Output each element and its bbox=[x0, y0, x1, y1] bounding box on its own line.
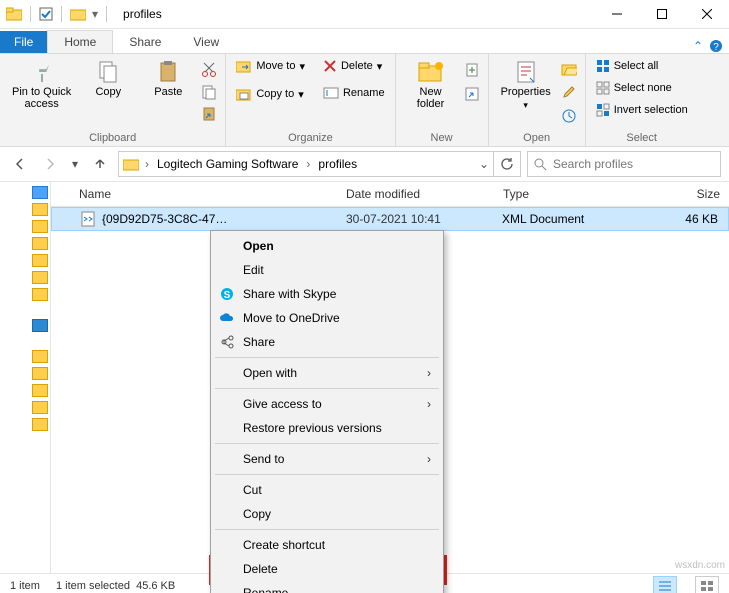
col-name[interactable]: Name bbox=[71, 187, 338, 201]
status-item-count: 1 item bbox=[10, 580, 40, 592]
new-item-icon[interactable] bbox=[464, 62, 480, 78]
ribbon-group-clipboard: Pin to Quick access Copy Paste Clipboard bbox=[0, 54, 226, 146]
easy-access-icon[interactable] bbox=[464, 86, 480, 102]
large-icons-view-button[interactable] bbox=[695, 576, 719, 593]
pin-quick-access-button[interactable]: Pin to Quick access bbox=[8, 58, 75, 112]
svg-text:?: ? bbox=[713, 42, 719, 53]
ctx-open-with[interactable]: Open with› bbox=[213, 361, 441, 385]
ctx-cut[interactable]: Cut bbox=[213, 478, 441, 502]
tab-view[interactable]: View bbox=[177, 31, 235, 53]
ctx-give-access[interactable]: Give access to› bbox=[213, 392, 441, 416]
ribbon: Pin to Quick access Copy Paste Clipboard… bbox=[0, 54, 729, 147]
nav-pane[interactable] bbox=[0, 182, 51, 573]
search-icon bbox=[534, 158, 547, 171]
col-type[interactable]: Type bbox=[495, 187, 632, 201]
watermark: wsxdn.com bbox=[675, 560, 725, 571]
delete-button[interactable]: Delete ▾ bbox=[321, 58, 387, 74]
nav-bar: ▾ › Logitech Gaming Software › profiles … bbox=[0, 147, 729, 182]
ctx-onedrive[interactable]: Move to OneDrive bbox=[213, 306, 441, 330]
details-view-button[interactable] bbox=[653, 576, 677, 593]
file-tab[interactable]: File bbox=[0, 31, 47, 53]
help-icon[interactable]: ? bbox=[709, 39, 723, 53]
context-menu: Open Edit SShare with Skype Move to OneD… bbox=[210, 230, 444, 593]
maximize-button[interactable] bbox=[639, 0, 684, 28]
breadcrumb-seg[interactable]: profiles bbox=[316, 157, 359, 171]
rename-button[interactable]: Rename bbox=[321, 86, 387, 100]
forward-button[interactable] bbox=[38, 152, 62, 176]
ribbon-tabs: File Home Share View ⌃ ? bbox=[0, 29, 729, 54]
ctx-copy[interactable]: Copy bbox=[213, 502, 441, 526]
select-all-button[interactable]: Select all bbox=[594, 58, 690, 74]
address-dropdown-icon[interactable]: ⌄ bbox=[479, 157, 489, 171]
breadcrumb-seg[interactable]: Logitech Gaming Software bbox=[155, 157, 300, 171]
up-button[interactable] bbox=[88, 152, 112, 176]
tab-home[interactable]: Home bbox=[47, 30, 113, 53]
copy-path-icon[interactable] bbox=[201, 84, 217, 100]
ctx-share[interactable]: Share bbox=[213, 330, 441, 354]
status-selection: 1 item selected bbox=[56, 580, 130, 592]
title-bar: ▾ profiles bbox=[0, 0, 729, 29]
skype-icon: S bbox=[219, 286, 235, 302]
folder-icon bbox=[123, 157, 139, 171]
paste-button[interactable]: Paste bbox=[141, 58, 195, 100]
ctx-delete[interactable]: Delete bbox=[213, 557, 441, 581]
new-folder-button[interactable]: New folder bbox=[404, 58, 458, 112]
share-icon bbox=[219, 334, 235, 350]
ribbon-collapse-icon[interactable]: ⌃ bbox=[693, 39, 703, 53]
recent-locations-button[interactable]: ▾ bbox=[68, 152, 82, 176]
qat-folder-icon[interactable] bbox=[70, 7, 86, 21]
invert-selection-button[interactable]: Invert selection bbox=[594, 102, 690, 118]
qat-dropdown-icon[interactable]: ▾ bbox=[92, 7, 98, 21]
ctx-skype[interactable]: SShare with Skype bbox=[213, 282, 441, 306]
minimize-button[interactable] bbox=[594, 0, 639, 28]
paste-shortcut-icon[interactable] bbox=[201, 106, 217, 122]
svg-text:S: S bbox=[224, 290, 231, 301]
ctx-open[interactable]: Open bbox=[213, 234, 441, 258]
ribbon-group-organize: Move to ▾ Copy to ▾ Delete ▾ Rename Orga… bbox=[226, 54, 395, 146]
ctx-edit[interactable]: Edit bbox=[213, 258, 441, 282]
file-row[interactable]: {09D92D75-3C8C-47… 30-07-2021 10:41 XML … bbox=[51, 207, 729, 231]
copy-to-button[interactable]: Copy to ▾ bbox=[234, 86, 307, 102]
onedrive-icon bbox=[219, 310, 235, 326]
properties-button[interactable]: Properties▾ bbox=[497, 58, 555, 113]
col-size[interactable]: Size bbox=[632, 187, 729, 201]
ctx-rename[interactable]: Rename bbox=[213, 581, 441, 593]
ctx-send-to[interactable]: Send to› bbox=[213, 447, 441, 471]
ribbon-group-select: Select all Select none Invert selection … bbox=[586, 54, 698, 146]
column-headers[interactable]: Name Date modified Type Size bbox=[51, 182, 729, 207]
ctx-restore[interactable]: Restore previous versions bbox=[213, 416, 441, 440]
ctx-create-shortcut[interactable]: Create shortcut bbox=[213, 533, 441, 557]
xml-file-icon bbox=[80, 211, 96, 227]
copy-button[interactable]: Copy bbox=[81, 58, 135, 100]
status-sel-size: 45.6 KB bbox=[136, 580, 175, 592]
history-icon[interactable] bbox=[561, 108, 577, 124]
cut-icon[interactable] bbox=[201, 62, 217, 78]
search-input[interactable]: Search profiles bbox=[527, 151, 721, 177]
open-icon[interactable] bbox=[561, 62, 577, 76]
edit-icon[interactable] bbox=[561, 84, 577, 100]
folder-icon bbox=[6, 7, 22, 21]
ribbon-group-new: New folder New bbox=[396, 54, 489, 146]
move-to-button[interactable]: Move to ▾ bbox=[234, 58, 307, 74]
address-bar[interactable]: › Logitech Gaming Software › profiles ⌄ bbox=[118, 151, 494, 177]
ribbon-group-open: Properties▾ Open bbox=[489, 54, 586, 146]
col-date[interactable]: Date modified bbox=[338, 187, 495, 201]
qat-checkbox-icon[interactable] bbox=[39, 7, 53, 21]
select-none-button[interactable]: Select none bbox=[594, 80, 690, 96]
close-button[interactable] bbox=[684, 0, 729, 28]
window-title: profiles bbox=[123, 7, 162, 21]
tab-share[interactable]: Share bbox=[113, 31, 177, 53]
refresh-button[interactable] bbox=[494, 151, 521, 177]
back-button[interactable] bbox=[8, 152, 32, 176]
